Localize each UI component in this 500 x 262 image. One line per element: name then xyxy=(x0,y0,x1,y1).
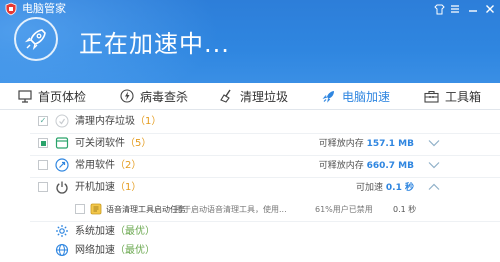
tab-toolbox[interactable]: 工具箱 xyxy=(424,83,481,109)
tab-label: 首页体检 xyxy=(38,89,87,104)
list-row-clean-memory[interactable]: ✓ 清理内存垃圾（1） xyxy=(0,111,500,133)
rocket-badge xyxy=(14,17,58,61)
row-label: 常用软件（2） xyxy=(75,160,142,171)
list-row-network-speedup[interactable]: 网络加速（最优） xyxy=(0,240,500,262)
power-icon xyxy=(56,181,68,194)
tab-clean-junk[interactable]: 清理垃圾 xyxy=(220,83,288,109)
tab-label: 电脑加速 xyxy=(342,89,391,104)
globe-icon xyxy=(55,243,69,257)
speedup-list: ✓ 清理内存垃圾（1） 可关闭软件（5） 可释放内存 157.1 MB 常用软件… xyxy=(0,110,500,257)
row-speed-info: 可加速 0.1 秒 xyxy=(356,183,414,193)
toolbox-icon xyxy=(424,90,439,103)
tab-label: 清理垃圾 xyxy=(240,89,289,104)
task-description: 用于启动语音清理工具，使用... xyxy=(175,205,287,214)
menu-icon[interactable] xyxy=(448,2,462,16)
minimize-icon[interactable] xyxy=(466,2,480,16)
rocket-icon xyxy=(24,29,46,51)
row-checkbox[interactable] xyxy=(38,160,48,170)
app-icon xyxy=(90,203,102,215)
row-count: （1） xyxy=(115,182,142,193)
list-row-closable-software[interactable]: 可关闭软件（5） 可释放内存 157.1 MB xyxy=(0,133,500,155)
tab-bar: 首页体检 病毒查杀 清理垃圾 电脑加速 工具箱 xyxy=(0,83,500,110)
row-count: （5） xyxy=(125,138,152,149)
status-text: 正在加速中... xyxy=(79,30,230,58)
row-label: 网络加速（最优） xyxy=(75,245,155,256)
gear-icon xyxy=(56,225,68,237)
title-bar: 电脑管家 xyxy=(0,0,500,18)
header-banner: 电脑管家 正在加速中... xyxy=(0,0,500,83)
row-checkbox[interactable] xyxy=(75,204,85,214)
broom-icon xyxy=(220,89,231,103)
row-checkbox[interactable] xyxy=(38,138,48,148)
tab-home-check[interactable]: 首页体检 xyxy=(18,83,86,109)
row-label: 开机加速（1） xyxy=(75,182,142,193)
tab-label: 病毒查杀 xyxy=(140,89,189,104)
row-label: 清理内存垃圾（1） xyxy=(75,116,162,127)
rocket-icon xyxy=(322,91,334,103)
row-release-info: 可释放内存 660.7 MB xyxy=(318,161,414,171)
memory-clean-icon xyxy=(55,114,69,128)
tab-speed-up[interactable]: 电脑加速 xyxy=(322,83,390,109)
tab-label: 工具箱 xyxy=(445,89,482,104)
row-count: （1） xyxy=(135,116,162,127)
chevron-down-icon[interactable] xyxy=(428,138,440,148)
row-checkbox[interactable] xyxy=(38,182,48,192)
chevron-down-icon[interactable] xyxy=(428,160,440,170)
list-row-common-software[interactable]: 常用软件（2） 可释放内存 660.7 MB xyxy=(0,155,500,177)
close-icon[interactable] xyxy=(483,2,497,16)
monitor-icon xyxy=(18,89,32,103)
app-title: 电脑管家 xyxy=(22,2,66,15)
row-checkbox[interactable]: ✓ xyxy=(38,116,48,126)
optimal-tag: （最优） xyxy=(115,245,155,256)
task-name: 语音清理工具启动任务 xyxy=(106,205,186,214)
optimal-tag: （最优） xyxy=(115,226,155,237)
task-time: 0.1 秒 xyxy=(393,205,417,214)
app-logo-icon xyxy=(5,2,17,16)
row-release-info: 可释放内存 157.1 MB xyxy=(318,139,414,149)
row-label: 可关闭软件（5） xyxy=(75,138,152,149)
software-icon xyxy=(55,158,69,172)
chevron-up-icon[interactable] xyxy=(428,182,440,192)
row-label: 系统加速（最优） xyxy=(75,226,155,237)
lightning-icon xyxy=(120,89,134,103)
list-row-startup-task[interactable]: 语音清理工具启动任务 用于启动语音清理工具，使用... 61%用户已禁用 0.1… xyxy=(0,199,500,221)
row-count: （2） xyxy=(115,160,142,171)
skin-icon[interactable] xyxy=(432,2,446,16)
tab-virus-scan[interactable]: 病毒查杀 xyxy=(120,83,188,109)
window-icon xyxy=(55,137,69,149)
task-disable-rate: 61%用户已禁用 xyxy=(315,205,373,214)
list-row-boot-speedup[interactable]: 开机加速（1） 可加速 0.1 秒 xyxy=(0,177,500,199)
